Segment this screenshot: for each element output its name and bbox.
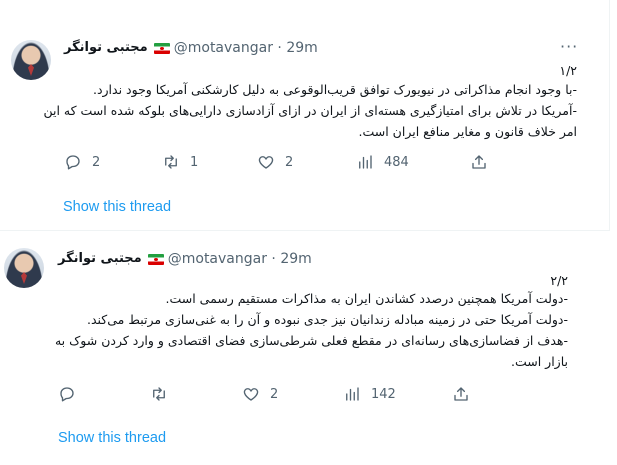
retweet-icon [165, 155, 177, 169]
views-chart-icon [359, 155, 372, 169]
more-options-icon[interactable]: ··· [560, 39, 578, 55]
retweet-count: 1 [190, 154, 199, 170]
tweet-line: -آمریکا در تلاش برای امتیازگیری هسته‌ای … [43, 103, 577, 118]
views-button[interactable]: 142 [343, 385, 396, 403]
tweet-line: ۱/۲ [559, 63, 577, 78]
avatar[interactable] [4, 248, 44, 288]
tweet-line: -با وجود انجام مذاکراتی در نیویورک توافق… [92, 82, 577, 97]
iran-flag-icon [147, 253, 164, 265]
views-count: 142 [371, 386, 396, 402]
share-button[interactable] [452, 385, 470, 403]
tweet[interactable]: مجتبی توانگر @motavangar · 29m ۲/۲ -دولت… [0, 232, 610, 465]
reply-button[interactable]: 2 [64, 153, 100, 171]
author-name[interactable]: مجتبی توانگر [64, 39, 148, 57]
heart-icon [258, 156, 274, 169]
tweet-text: ۱/۲ -با وجود انجام مذاکراتی در نیویورک ت… [43, 60, 577, 142]
reply-icon [60, 387, 74, 402]
reply-count: 2 [92, 154, 101, 170]
tweet-line: بازار است. [510, 354, 568, 369]
views-count: 484 [384, 154, 409, 170]
tweet-text: ۲/۲ -دولت آمریکا همچنین درصدد کشاندن ایر… [55, 270, 568, 372]
tweet-header: مجتبی توانگر @motavangar · 29m [58, 250, 312, 268]
tweet-line: -هدف از فضاسازی‌های رسانه‌ای در مقطع فعل… [54, 333, 568, 348]
tweet-header: مجتبی توانگر @motavangar · 29m [64, 39, 318, 57]
reply-button[interactable] [58, 385, 86, 403]
like-count: 2 [285, 154, 294, 170]
show-thread-link[interactable]: Show this thread [63, 199, 171, 215]
share-button[interactable] [470, 153, 488, 171]
handle-and-time[interactable]: @motavangar · 29m [174, 39, 318, 57]
author-name[interactable]: مجتبی توانگر [58, 250, 142, 268]
reply-icon [66, 155, 80, 170]
like-button[interactable]: 2 [257, 153, 293, 171]
retweet-button[interactable]: 1 [162, 153, 198, 171]
handle-and-time[interactable]: @motavangar · 29m [168, 250, 312, 268]
retweet-icon [153, 387, 165, 401]
tweet-line: -دولت آمریکا همچنین درصدد کشاندن ایران ب… [165, 291, 569, 306]
like-count: 2 [270, 386, 279, 402]
like-button[interactable]: 2 [242, 385, 278, 403]
tweet-line: -دولت آمریکا حتی در زمینه مبادله زندانیا… [87, 312, 568, 327]
show-thread-link[interactable]: Show this thread [58, 430, 166, 446]
heart-icon [243, 388, 259, 401]
retweet-button[interactable] [150, 385, 178, 403]
iran-flag-icon [153, 42, 170, 54]
tweet-line: امر خلاف قانون و مغایر منافع ایران است. [358, 124, 577, 139]
views-chart-icon [346, 387, 359, 401]
share-icon [472, 155, 486, 169]
views-button[interactable]: 484 [356, 153, 409, 171]
tweet[interactable]: مجتبی توانگر @motavangar · 29m ··· ۱/۲ -… [0, 0, 610, 231]
share-icon [454, 387, 468, 401]
